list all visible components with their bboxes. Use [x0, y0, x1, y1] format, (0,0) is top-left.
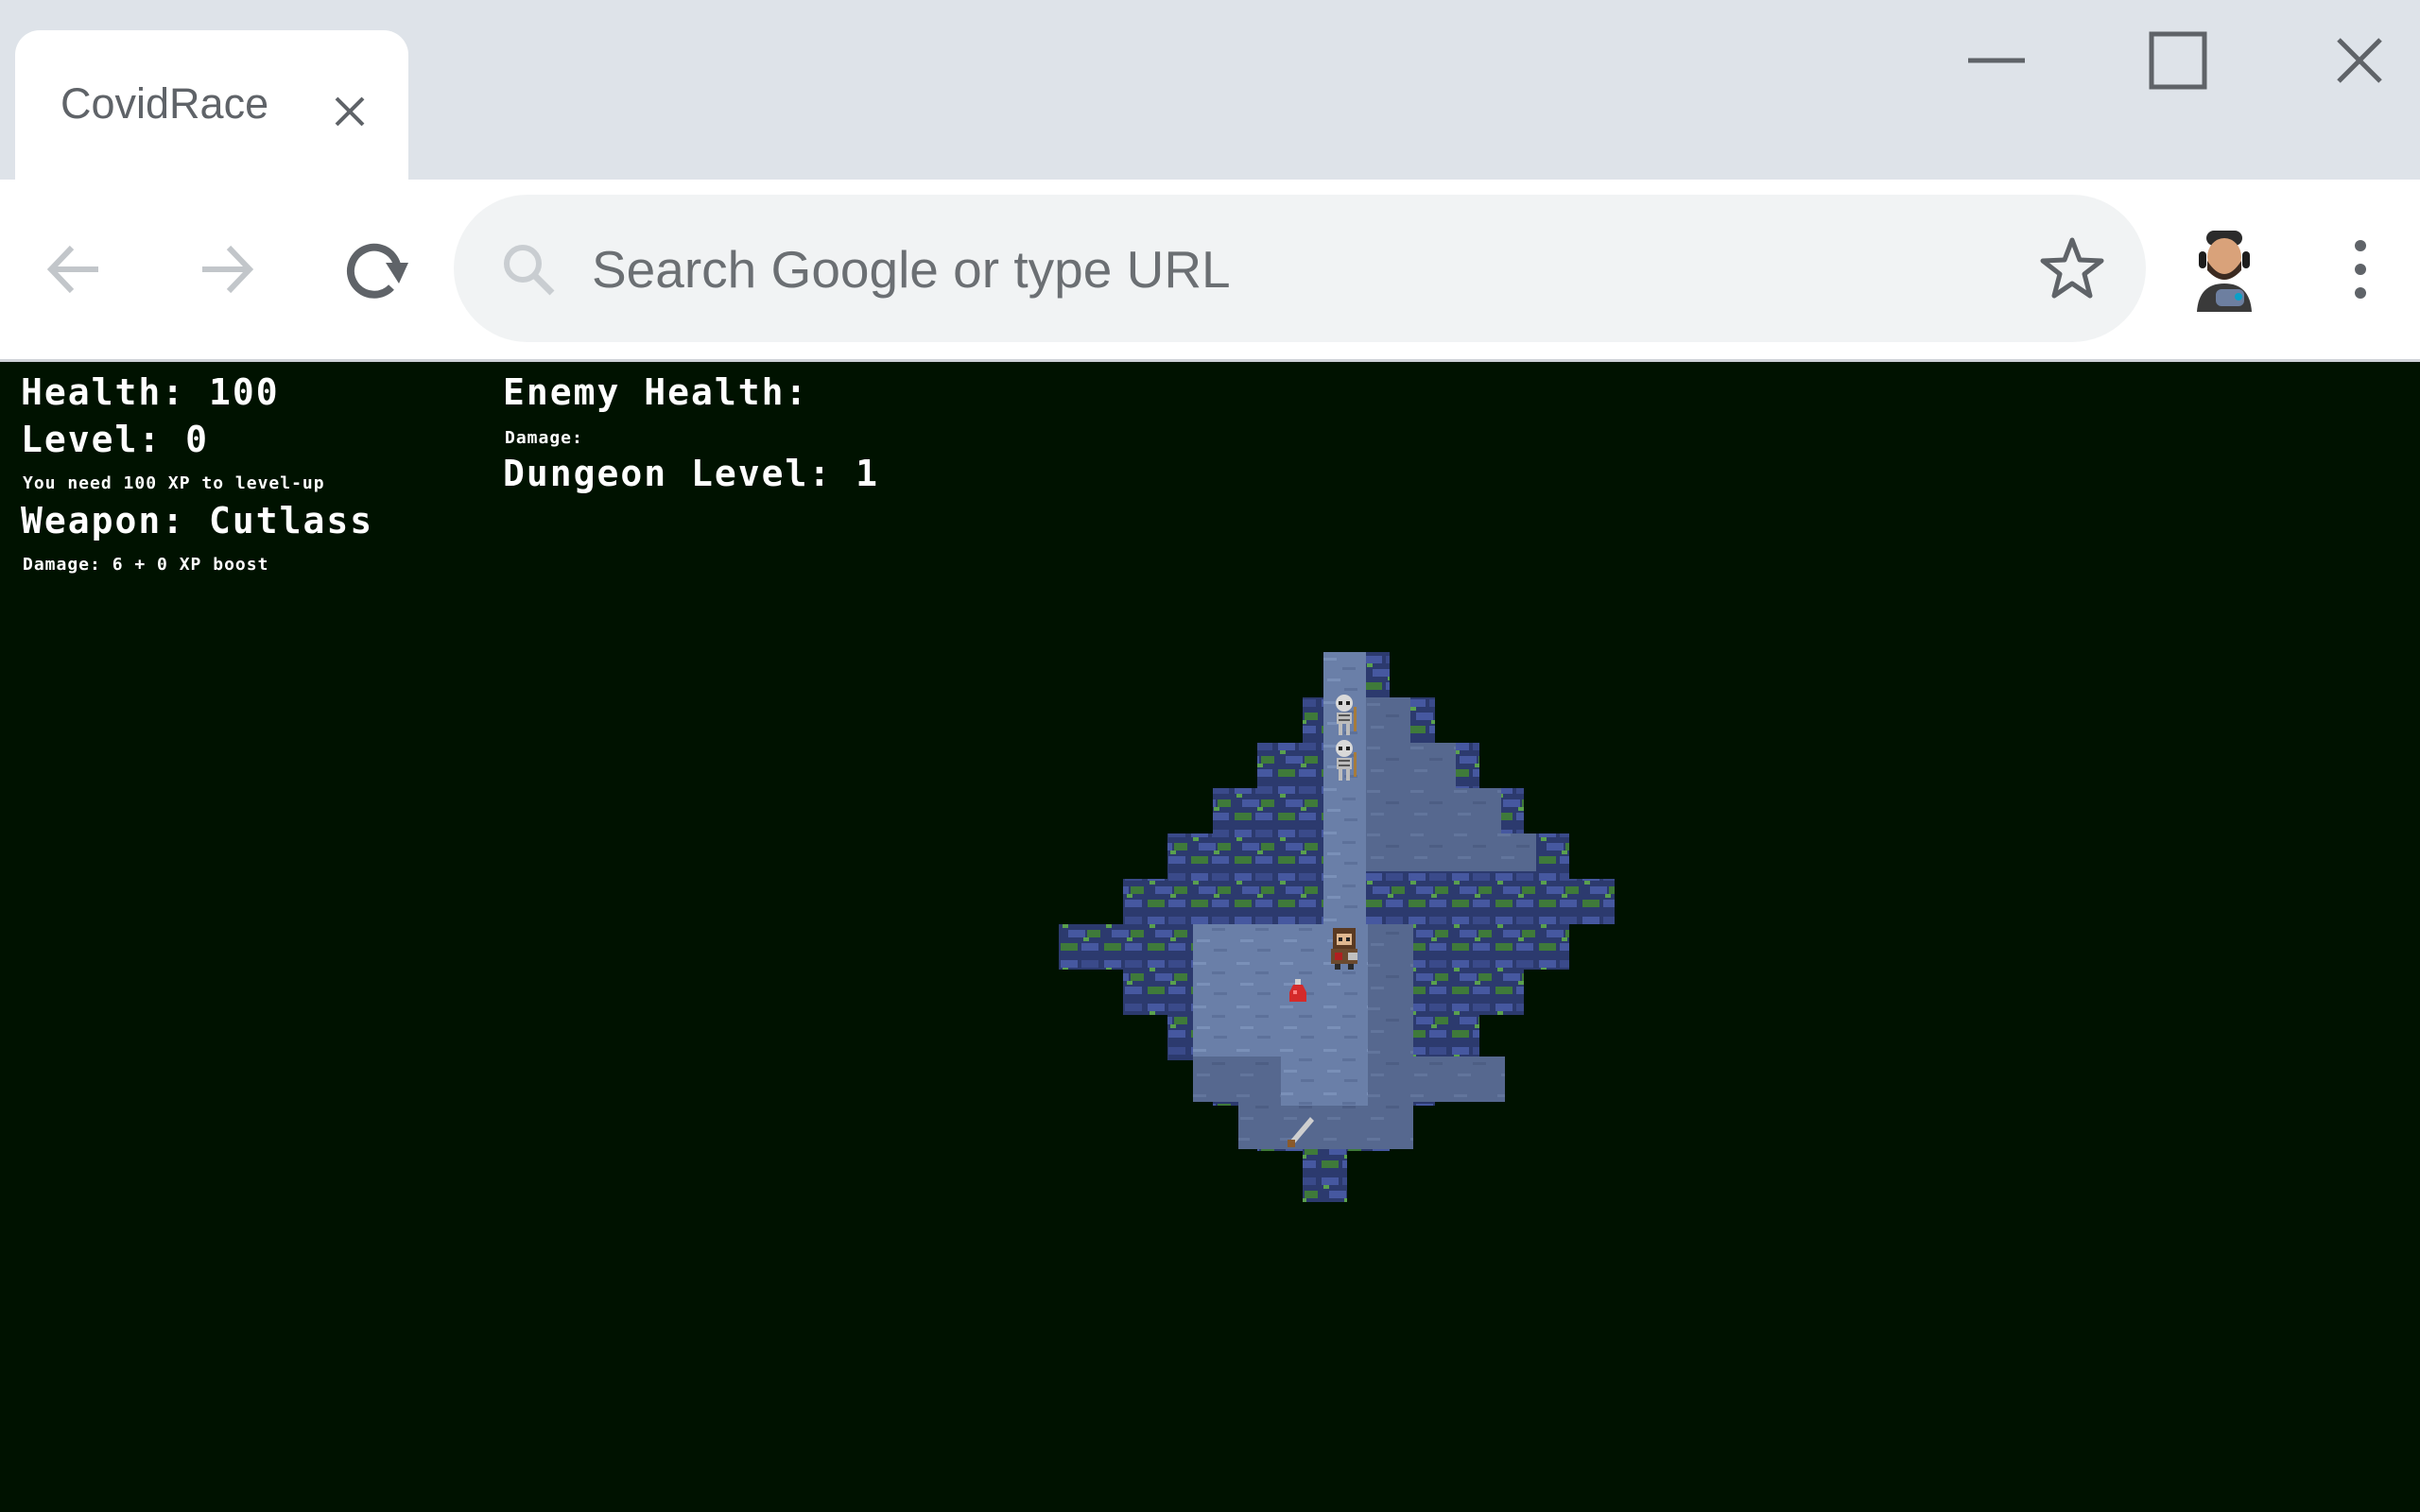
tab-covidrace[interactable]: CovidRace [15, 30, 408, 180]
player-level: Level: 0 [21, 419, 210, 460]
dungeon-room-floor-bottom [1238, 1102, 1413, 1149]
more-menu-icon[interactable] [2339, 227, 2382, 312]
back-arrow-icon[interactable] [32, 227, 117, 312]
search-icon [504, 245, 555, 296]
browser-titlebar: CovidRace [0, 0, 2420, 180]
enemy-health: Enemy Health: [503, 371, 809, 413]
dungeon-map [1059, 652, 1615, 1202]
player-health: Health: 100 [21, 371, 280, 413]
close-tab-icon[interactable] [327, 89, 372, 134]
dungeon-level: Dungeon Level: 1 [503, 453, 880, 494]
reload-icon[interactable] [333, 227, 418, 312]
browser-toolbar [0, 180, 2420, 362]
close-window-icon[interactable] [2320, 21, 2399, 100]
omnibox[interactable] [454, 195, 2146, 342]
address-bar-input[interactable] [590, 229, 1917, 310]
tab-title: CovidRace [60, 79, 269, 128]
enemy-damage: Damage: [505, 428, 583, 448]
profile-avatar-icon[interactable] [2189, 227, 2259, 312]
weapon-name: Weapon: Cutlass [21, 500, 374, 541]
xp-needed-text: You need 100 XP to level-up [23, 473, 325, 493]
weapon-damage: Damage: 6 + 0 XP boost [23, 555, 269, 575]
dungeon-floor-shadow [1366, 697, 1536, 871]
maximize-icon[interactable] [2138, 21, 2218, 100]
player-character [1331, 928, 1357, 970]
bookmark-star-icon[interactable] [2036, 232, 2108, 304]
dungeon-room-floor-right [1368, 924, 1413, 1057]
minimize-icon[interactable] [1957, 21, 2036, 100]
dungeon-floor [1323, 652, 1366, 926]
forward-arrow-icon[interactable] [183, 227, 268, 312]
